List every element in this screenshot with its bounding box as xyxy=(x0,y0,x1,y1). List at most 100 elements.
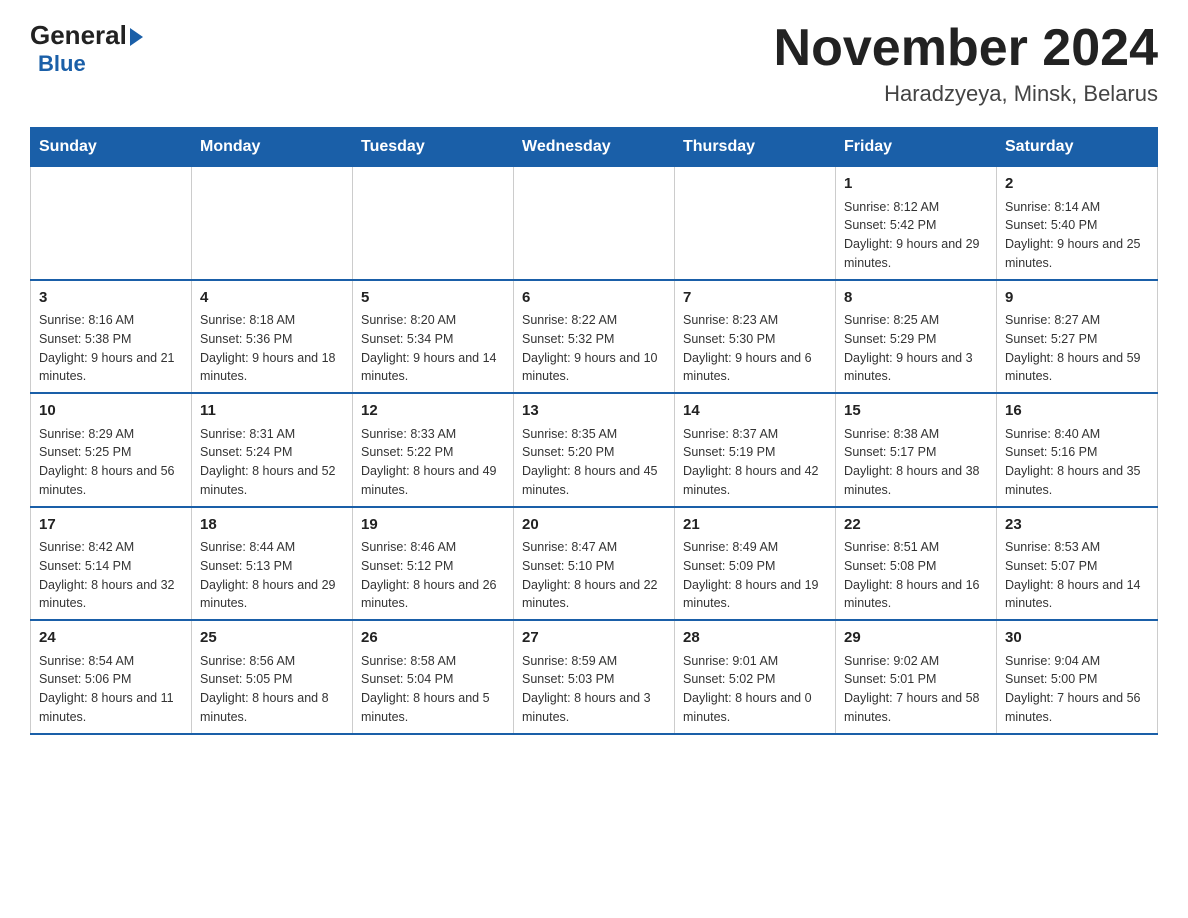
calendar-cell: 15Sunrise: 8:38 AMSunset: 5:17 PMDayligh… xyxy=(836,393,997,507)
calendar-cell: 9Sunrise: 8:27 AMSunset: 5:27 PMDaylight… xyxy=(997,280,1158,394)
daylight-text: Daylight: 9 hours and 29 minutes. xyxy=(844,235,988,273)
sunrise-text: Sunrise: 8:20 AM xyxy=(361,311,505,330)
calendar-cell: 11Sunrise: 8:31 AMSunset: 5:24 PMDayligh… xyxy=(192,393,353,507)
calendar-cell: 5Sunrise: 8:20 AMSunset: 5:34 PMDaylight… xyxy=(353,280,514,394)
day-number: 23 xyxy=(1005,514,1149,537)
daylight-text: Daylight: 9 hours and 25 minutes. xyxy=(1005,235,1149,273)
day-number: 7 xyxy=(683,287,827,310)
calendar-cell: 13Sunrise: 8:35 AMSunset: 5:20 PMDayligh… xyxy=(514,393,675,507)
sunset-text: Sunset: 5:16 PM xyxy=(1005,443,1149,462)
day-number: 19 xyxy=(361,514,505,537)
calendar-cell: 19Sunrise: 8:46 AMSunset: 5:12 PMDayligh… xyxy=(353,507,514,621)
day-number: 14 xyxy=(683,400,827,423)
daylight-text: Daylight: 8 hours and 52 minutes. xyxy=(200,462,344,500)
calendar-cell: 4Sunrise: 8:18 AMSunset: 5:36 PMDaylight… xyxy=(192,280,353,394)
sunrise-text: Sunrise: 8:12 AM xyxy=(844,198,988,217)
day-number: 28 xyxy=(683,627,827,650)
sunset-text: Sunset: 5:29 PM xyxy=(844,330,988,349)
sunset-text: Sunset: 5:00 PM xyxy=(1005,670,1149,689)
calendar-cell: 3Sunrise: 8:16 AMSunset: 5:38 PMDaylight… xyxy=(31,280,192,394)
sunset-text: Sunset: 5:34 PM xyxy=(361,330,505,349)
day-number: 24 xyxy=(39,627,183,650)
calendar-cell: 7Sunrise: 8:23 AMSunset: 5:30 PMDaylight… xyxy=(675,280,836,394)
daylight-text: Daylight: 9 hours and 10 minutes. xyxy=(522,349,666,387)
day-number: 1 xyxy=(844,173,988,196)
day-number: 18 xyxy=(200,514,344,537)
calendar-table: SundayMondayTuesdayWednesdayThursdayFrid… xyxy=(30,127,1158,735)
day-number: 5 xyxy=(361,287,505,310)
sunrise-text: Sunrise: 8:27 AM xyxy=(1005,311,1149,330)
sunrise-text: Sunrise: 8:22 AM xyxy=(522,311,666,330)
daylight-text: Daylight: 8 hours and 56 minutes. xyxy=(39,462,183,500)
day-number: 13 xyxy=(522,400,666,423)
calendar-cell xyxy=(675,167,836,280)
day-number: 12 xyxy=(361,400,505,423)
sunrise-text: Sunrise: 9:02 AM xyxy=(844,652,988,671)
sunset-text: Sunset: 5:12 PM xyxy=(361,557,505,576)
calendar-cell: 23Sunrise: 8:53 AMSunset: 5:07 PMDayligh… xyxy=(997,507,1158,621)
calendar-cell: 17Sunrise: 8:42 AMSunset: 5:14 PMDayligh… xyxy=(31,507,192,621)
daylight-text: Daylight: 8 hours and 42 minutes. xyxy=(683,462,827,500)
day-number: 29 xyxy=(844,627,988,650)
sunset-text: Sunset: 5:01 PM xyxy=(844,670,988,689)
daylight-text: Daylight: 8 hours and 59 minutes. xyxy=(1005,349,1149,387)
calendar-cell: 2Sunrise: 8:14 AMSunset: 5:40 PMDaylight… xyxy=(997,167,1158,280)
daylight-text: Daylight: 8 hours and 38 minutes. xyxy=(844,462,988,500)
sunrise-text: Sunrise: 8:35 AM xyxy=(522,425,666,444)
daylight-text: Daylight: 8 hours and 22 minutes. xyxy=(522,576,666,614)
sunrise-text: Sunrise: 8:33 AM xyxy=(361,425,505,444)
sunset-text: Sunset: 5:06 PM xyxy=(39,670,183,689)
day-number: 22 xyxy=(844,514,988,537)
day-number: 20 xyxy=(522,514,666,537)
calendar-cell: 18Sunrise: 8:44 AMSunset: 5:13 PMDayligh… xyxy=(192,507,353,621)
sunset-text: Sunset: 5:07 PM xyxy=(1005,557,1149,576)
daylight-text: Daylight: 9 hours and 18 minutes. xyxy=(200,349,344,387)
sunrise-text: Sunrise: 8:46 AM xyxy=(361,538,505,557)
day-number: 15 xyxy=(844,400,988,423)
sunset-text: Sunset: 5:14 PM xyxy=(39,557,183,576)
logo-general-text: General xyxy=(30,20,127,51)
sunrise-text: Sunrise: 9:04 AM xyxy=(1005,652,1149,671)
calendar-cell: 25Sunrise: 8:56 AMSunset: 5:05 PMDayligh… xyxy=(192,620,353,734)
daylight-text: Daylight: 8 hours and 3 minutes. xyxy=(522,689,666,727)
daylight-text: Daylight: 8 hours and 26 minutes. xyxy=(361,576,505,614)
sunset-text: Sunset: 5:30 PM xyxy=(683,330,827,349)
calendar-cell: 29Sunrise: 9:02 AMSunset: 5:01 PMDayligh… xyxy=(836,620,997,734)
calendar-cell: 22Sunrise: 8:51 AMSunset: 5:08 PMDayligh… xyxy=(836,507,997,621)
calendar-week-row: 24Sunrise: 8:54 AMSunset: 5:06 PMDayligh… xyxy=(31,620,1158,734)
calendar-week-row: 17Sunrise: 8:42 AMSunset: 5:14 PMDayligh… xyxy=(31,507,1158,621)
sunrise-text: Sunrise: 8:49 AM xyxy=(683,538,827,557)
sunset-text: Sunset: 5:03 PM xyxy=(522,670,666,689)
logo-blue-text: Blue xyxy=(38,51,86,76)
column-header-friday: Friday xyxy=(836,128,997,167)
calendar-header-row: SundayMondayTuesdayWednesdayThursdayFrid… xyxy=(31,128,1158,167)
day-number: 27 xyxy=(522,627,666,650)
day-number: 3 xyxy=(39,287,183,310)
sunset-text: Sunset: 5:40 PM xyxy=(1005,216,1149,235)
sunset-text: Sunset: 5:10 PM xyxy=(522,557,666,576)
calendar-cell: 26Sunrise: 8:58 AMSunset: 5:04 PMDayligh… xyxy=(353,620,514,734)
sunset-text: Sunset: 5:25 PM xyxy=(39,443,183,462)
calendar-cell: 8Sunrise: 8:25 AMSunset: 5:29 PMDaylight… xyxy=(836,280,997,394)
sunset-text: Sunset: 5:36 PM xyxy=(200,330,344,349)
calendar-week-row: 10Sunrise: 8:29 AMSunset: 5:25 PMDayligh… xyxy=(31,393,1158,507)
calendar-cell: 1Sunrise: 8:12 AMSunset: 5:42 PMDaylight… xyxy=(836,167,997,280)
sunrise-text: Sunrise: 8:37 AM xyxy=(683,425,827,444)
day-number: 4 xyxy=(200,287,344,310)
daylight-text: Daylight: 8 hours and 29 minutes. xyxy=(200,576,344,614)
daylight-text: Daylight: 8 hours and 32 minutes. xyxy=(39,576,183,614)
column-header-sunday: Sunday xyxy=(31,128,192,167)
sunset-text: Sunset: 5:09 PM xyxy=(683,557,827,576)
sunrise-text: Sunrise: 8:58 AM xyxy=(361,652,505,671)
day-number: 2 xyxy=(1005,173,1149,196)
calendar-cell: 10Sunrise: 8:29 AMSunset: 5:25 PMDayligh… xyxy=(31,393,192,507)
calendar-cell: 28Sunrise: 9:01 AMSunset: 5:02 PMDayligh… xyxy=(675,620,836,734)
day-number: 21 xyxy=(683,514,827,537)
calendar-cell: 16Sunrise: 8:40 AMSunset: 5:16 PMDayligh… xyxy=(997,393,1158,507)
day-number: 6 xyxy=(522,287,666,310)
column-header-monday: Monday xyxy=(192,128,353,167)
day-number: 26 xyxy=(361,627,505,650)
sunset-text: Sunset: 5:02 PM xyxy=(683,670,827,689)
title-block: November 2024 Haradzyeya, Minsk, Belarus xyxy=(774,20,1158,107)
sunset-text: Sunset: 5:13 PM xyxy=(200,557,344,576)
